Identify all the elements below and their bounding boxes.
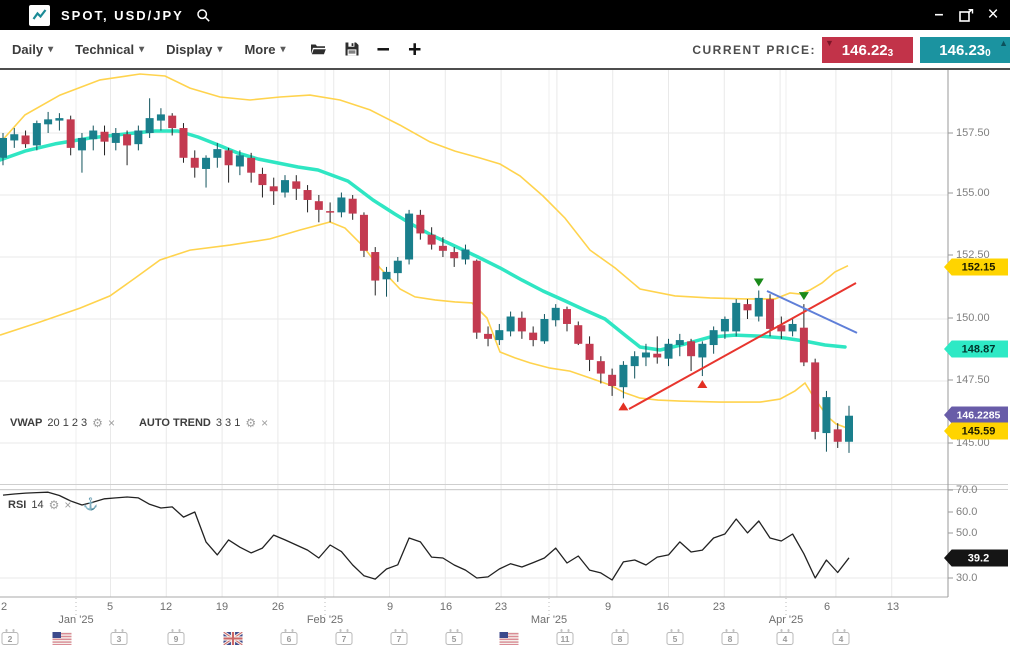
close-icon[interactable]: ×	[261, 418, 268, 428]
calendar-day-number: 7	[391, 632, 408, 645]
calendar-day-number: 8	[612, 632, 629, 645]
auto-trend-legend-name: AUTO TREND	[139, 417, 211, 429]
month-label: Jan '25	[58, 614, 93, 626]
calendar-day-number: 5	[446, 632, 463, 645]
calendar-day-number: 9	[168, 632, 185, 645]
date-tick-label: 6	[824, 601, 830, 613]
close-icon[interactable]: ×	[64, 500, 71, 510]
rsi-value-badge: 39.2	[944, 550, 1008, 567]
gear-icon[interactable]: ⚙	[92, 418, 103, 428]
trading-app-window: SPOT, USD/JPY – × Daily ▾ Te	[0, 0, 1010, 648]
date-tick-label: 19	[216, 601, 228, 613]
calendar-event-icon[interactable]: 5	[667, 629, 684, 645]
lower-band-badge: 145.59	[944, 423, 1008, 440]
date-tick-label: 23	[713, 601, 725, 613]
upper-band-badge: 152.15	[944, 259, 1008, 276]
rsi-axis-label: 50.0	[956, 527, 977, 539]
vwap-legend: VWAP 20 1 2 3 ⚙ × AUTO TREND 3 3 1 ⚙ ×	[10, 417, 268, 429]
calendar-day-number: 7	[336, 632, 353, 645]
calendar-day-number: 2	[2, 632, 19, 645]
auto-trend-legend-params: 3 3 1	[216, 417, 240, 429]
price-axis-label: 150.00	[956, 312, 990, 324]
calendar-day-number: 4	[777, 632, 794, 645]
calendar-event-icon[interactable]: 7	[391, 629, 408, 645]
calendar-day-number: 6	[281, 632, 298, 645]
date-tick-label: 12	[160, 601, 172, 613]
calendar-day-number: 11	[557, 632, 574, 645]
calendar-event-icon[interactable]: 4	[833, 629, 850, 645]
date-tick-label: 5	[107, 601, 113, 613]
gear-icon[interactable]: ⚙	[245, 418, 256, 428]
date-tick-label: 16	[440, 601, 452, 613]
calendar-event-icon[interactable]: 4	[777, 629, 794, 645]
calendar-event-icon[interactable]: 5	[446, 629, 463, 645]
price-axis-label: 157.50	[956, 127, 990, 139]
vwap-legend-params: 20 1 2 3	[47, 417, 87, 429]
date-tick-label: 2	[1, 601, 7, 613]
us-flag-icon[interactable]	[500, 629, 519, 648]
current-price-badge: 146.2285	[944, 407, 1008, 424]
calendar-day-number: 5	[667, 632, 684, 645]
gear-icon[interactable]: ⚙	[49, 500, 60, 510]
us-flag-icon[interactable]	[53, 629, 72, 648]
calendar-event-icon[interactable]: 6	[281, 629, 298, 645]
chart-canvas[interactable]	[0, 0, 1010, 648]
date-tick-label: 9	[387, 601, 393, 613]
calendar-event-icon[interactable]: 2	[2, 629, 19, 645]
uk-flag-icon[interactable]	[224, 629, 243, 648]
vwap-legend-name: VWAP	[10, 417, 42, 429]
calendar-day-number: 4	[833, 632, 850, 645]
date-tick-label: 26	[272, 601, 284, 613]
month-label: Mar '25	[531, 614, 567, 626]
month-label: Apr '25	[769, 614, 804, 626]
date-tick-label: 13	[887, 601, 899, 613]
anchor-icon[interactable]: ⚓	[83, 497, 98, 511]
month-label: Feb '25	[307, 614, 343, 626]
rsi-legend-params: 14	[31, 499, 43, 511]
price-axis-label: 155.00	[956, 187, 990, 199]
economic-calendar-row: 2 3 9 6 7 7 5 11 8 5 8 4 4	[0, 629, 1010, 647]
vwap-badge: 148.87	[944, 341, 1008, 358]
calendar-day-number: 3	[111, 632, 128, 645]
price-axis-label: 147.50	[956, 374, 990, 386]
rsi-legend: RSI 14 ⚙ ×	[8, 499, 71, 511]
date-tick-label: 9	[605, 601, 611, 613]
rsi-axis-label: 30.0	[956, 572, 977, 584]
rsi-axis-label: 60.0	[956, 506, 977, 518]
calendar-event-icon[interactable]: 9	[168, 629, 185, 645]
calendar-event-icon[interactable]: 7	[336, 629, 353, 645]
date-tick-label: 23	[495, 601, 507, 613]
calendar-event-icon[interactable]: 8	[722, 629, 739, 645]
calendar-event-icon[interactable]: 11	[557, 629, 574, 645]
rsi-axis-label: 70.0	[956, 484, 977, 496]
rsi-legend-name: RSI	[8, 499, 26, 511]
date-tick-label: 16	[657, 601, 669, 613]
calendar-event-icon[interactable]: 8	[612, 629, 629, 645]
close-icon[interactable]: ×	[108, 418, 115, 428]
calendar-event-icon[interactable]: 3	[111, 629, 128, 645]
calendar-day-number: 8	[722, 632, 739, 645]
